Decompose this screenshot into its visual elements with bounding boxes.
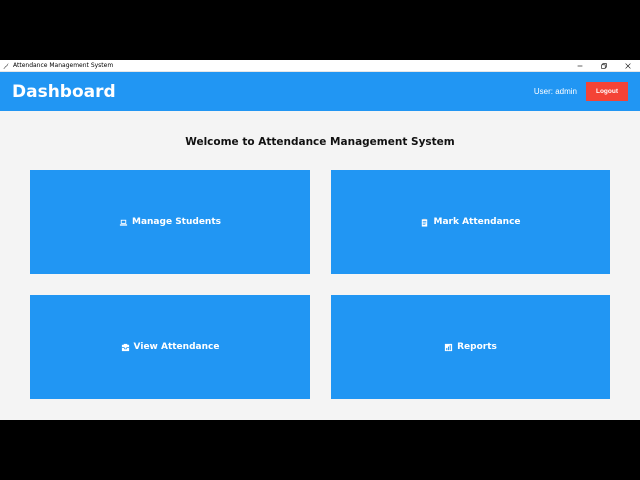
- card-label: Manage Students: [132, 217, 221, 227]
- feather-icon: [0, 60, 12, 72]
- restore-icon[interactable]: [592, 60, 616, 72]
- clipboard-icon: [420, 218, 429, 227]
- window-controls: [568, 60, 640, 72]
- reports-button[interactable]: Reports: [331, 295, 610, 399]
- page-title: Dashboard: [12, 81, 116, 102]
- title-bar: Attendance Management System: [0, 60, 640, 72]
- inbox-icon: [121, 343, 130, 352]
- minimize-icon[interactable]: [568, 60, 592, 72]
- window-title: Attendance Management System: [13, 62, 114, 69]
- logout-button[interactable]: Logout: [586, 82, 628, 101]
- app-window: Attendance Management System Dashboard U…: [0, 60, 640, 420]
- manage-students-button[interactable]: Manage Students: [30, 170, 310, 274]
- user-label: User: admin: [533, 87, 577, 96]
- card-label: Reports: [457, 342, 497, 352]
- welcome-heading: Welcome to Attendance Management System: [185, 136, 455, 148]
- laptop-icon: [119, 218, 128, 227]
- app-header: Dashboard User: admin Logout: [0, 72, 640, 111]
- chart-icon: [444, 343, 453, 352]
- card-label: View Attendance: [133, 342, 220, 352]
- view-attendance-button[interactable]: View Attendance: [30, 295, 310, 399]
- close-icon[interactable]: [616, 60, 640, 72]
- mark-attendance-button[interactable]: Mark Attendance: [331, 170, 610, 274]
- card-label: Mark Attendance: [433, 217, 521, 227]
